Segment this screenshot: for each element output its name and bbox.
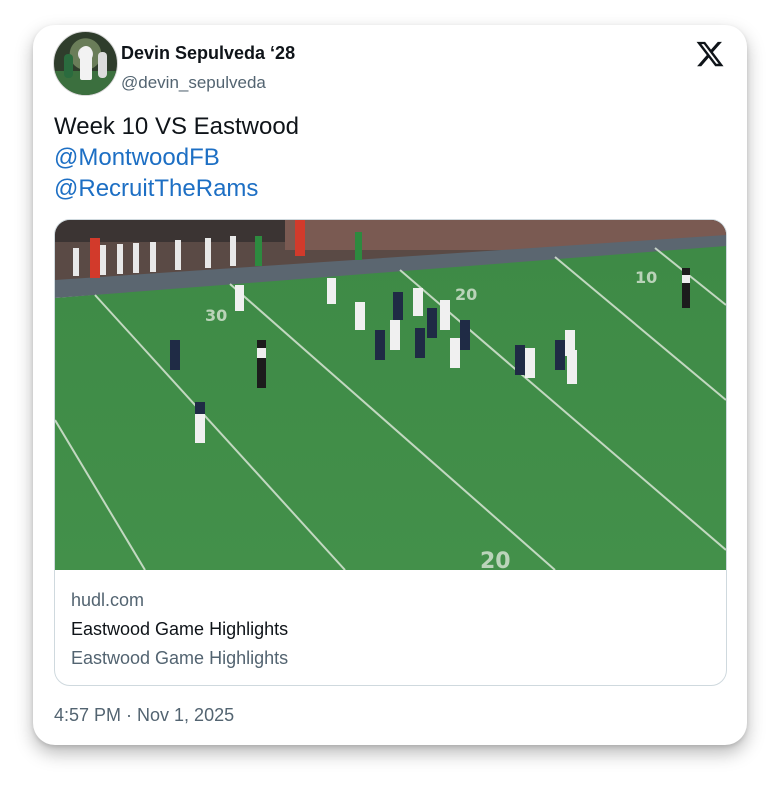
svg-text:10: 10: [635, 268, 657, 287]
avatar-figure: [98, 52, 107, 78]
avatar-figure: [80, 46, 92, 80]
mention-link[interactable]: @MontwoodFB: [54, 142, 299, 173]
author-handle[interactable]: @devin_sepulveda: [121, 73, 266, 93]
link-preview-image: 30 20 10 20: [55, 220, 726, 570]
author-name[interactable]: Devin Sepulveda ‘28: [121, 43, 295, 64]
x-logo-icon[interactable]: [695, 39, 725, 69]
tweet-text: Week 10 VS Eastwood @MontwoodFB @Recruit…: [54, 111, 299, 204]
avatar[interactable]: [53, 31, 118, 96]
svg-text:30: 30: [205, 306, 227, 325]
link-description: Eastwood Game Highlights: [71, 648, 289, 668]
tweet-text-line: Week 10 VS Eastwood: [54, 113, 300, 140]
avatar-figure: [64, 54, 73, 78]
svg-text:20: 20: [480, 549, 511, 570]
link-title: Eastwood Game Highlights: [71, 619, 289, 639]
link-preview-card[interactable]: 30 20 10 20 hudl.com Eastwood Game Highl…: [54, 219, 727, 686]
tweet-header: Devin Sepulveda ‘28 @devin_sepulveda: [53, 31, 729, 101]
mention-link[interactable]: @RecruitTheRams: [54, 173, 299, 204]
link-domain: hudl.com: [71, 590, 145, 610]
tweet-embed-card: Devin Sepulveda ‘28 @devin_sepulveda Wee…: [33, 25, 747, 745]
svg-text:20: 20: [455, 285, 477, 304]
tweet-timestamp[interactable]: 4:57 PM · Nov 1, 2025: [54, 705, 234, 726]
